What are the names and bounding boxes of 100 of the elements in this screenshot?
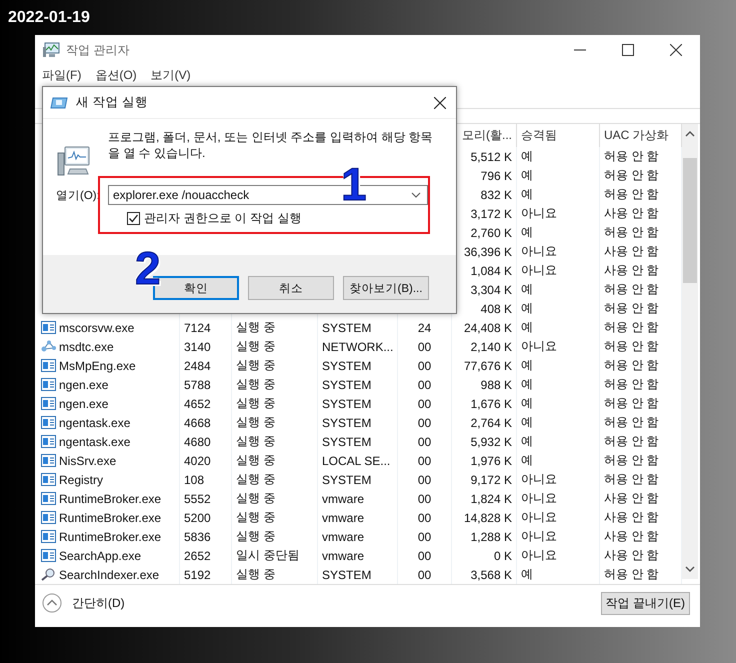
table-cell: 허용 안 함 — [604, 452, 659, 469]
table-cell: 832 K — [480, 188, 512, 202]
close-icon[interactable] — [434, 96, 446, 108]
date-label: 2022-01-19 — [8, 8, 91, 27]
table-cell: 00 — [418, 492, 432, 506]
table-cell: 4680 — [184, 434, 211, 448]
table-cell: 2484 — [184, 358, 211, 372]
table-cell: vmware — [322, 530, 364, 544]
dialog-button[interactable]: 찾아보기(B)... — [343, 276, 429, 300]
close-icon[interactable] — [670, 44, 682, 56]
window-title: 작업 관리자 — [66, 42, 130, 58]
table-cell: SYSTEM — [322, 396, 372, 410]
fewer-details-link[interactable]: 간단히(D) — [72, 594, 125, 612]
app-window-icon — [41, 397, 56, 410]
table-cell: 허용 안 함 — [604, 167, 659, 184]
app-window-icon — [41, 511, 56, 524]
table-cell: 아니요 — [521, 471, 557, 488]
table-cell: 5552 — [184, 492, 211, 506]
table-cell: vmware — [322, 510, 364, 524]
table-cell: 예 — [521, 186, 533, 203]
table-cell: 00 — [418, 530, 432, 544]
dialog-button[interactable]: 취소 — [248, 276, 334, 300]
table-cell: 00 — [418, 416, 432, 430]
app-window-icon — [41, 416, 56, 429]
table-cell: 2,764 K — [470, 416, 512, 430]
table-cell: 5836 — [184, 530, 211, 544]
end-task-button[interactable]: 작업 끝내기(E) — [600, 592, 690, 614]
table-cell: 아니요 — [521, 509, 557, 526]
table-cell: 허용 안 함 — [604, 433, 659, 450]
magnifier-icon — [41, 568, 56, 581]
table-cell: 1,824 K — [470, 492, 512, 506]
table-cell: vmware — [322, 548, 364, 562]
table-cell: 2,140 K — [470, 340, 512, 354]
table-cell: 실행 중 — [236, 452, 276, 469]
table-cell: 5,512 K — [470, 150, 512, 164]
table-cell: 사용 안 함 — [604, 547, 659, 564]
table-cell: 예 — [521, 167, 533, 184]
table-cell: 실행 중 — [236, 395, 276, 412]
run-icon — [50, 96, 68, 108]
table-cell: 실행 중 — [236, 414, 276, 431]
process-name: ngen.exe — [59, 396, 108, 410]
table-cell: SYSTEM — [322, 378, 372, 392]
table-cell: 77,676 K — [464, 358, 512, 372]
table-cell: 아니요 — [521, 528, 557, 545]
scrollbar[interactable] — [682, 124, 698, 579]
table-cell: 5,932 K — [470, 434, 512, 448]
app-window-icon — [41, 473, 56, 486]
table-cell: 허용 안 함 — [604, 376, 659, 393]
checkbox[interactable] — [127, 212, 140, 225]
menu-item[interactable]: 파일(F) — [42, 67, 82, 84]
process-name: mscorsvw.exe — [59, 320, 134, 334]
table-cell: 108 — [184, 472, 204, 486]
table-cell: 허용 안 함 — [604, 148, 659, 165]
scroll-up-icon[interactable] — [685, 130, 695, 138]
process-name: MsMpEng.exe — [59, 358, 136, 372]
table-cell: 아니요 — [521, 547, 557, 564]
table-cell: 2,760 K — [470, 226, 512, 240]
table-cell: 예 — [521, 319, 533, 336]
app-window-icon — [41, 359, 56, 372]
table-cell: 1,084 K — [470, 264, 512, 278]
process-name: NisSrv.exe — [59, 454, 116, 468]
table-cell: 00 — [418, 510, 432, 524]
table-cell: 4668 — [184, 416, 211, 430]
column-header[interactable]: UAC 가상화 — [604, 127, 669, 144]
column-header[interactable]: 승격됨 — [521, 127, 557, 144]
menu-item[interactable]: 옵션(O) — [95, 67, 137, 84]
table-cell: 사용 안 함 — [604, 490, 659, 507]
table-cell: 허용 안 함 — [604, 319, 659, 336]
table-cell: 4652 — [184, 396, 211, 410]
scrollbar-thumb[interactable] — [683, 158, 697, 283]
table-cell: 실행 중 — [236, 528, 276, 545]
table-cell: 예 — [521, 224, 533, 241]
process-name: msdtc.exe — [59, 340, 114, 354]
table-cell: 796 K — [480, 168, 512, 182]
app-window-icon — [41, 454, 56, 467]
app-window-icon — [41, 378, 56, 391]
scroll-down-icon[interactable] — [685, 565, 695, 573]
menu-item[interactable]: 보기(V) — [150, 67, 191, 84]
table-cell: 9,172 K — [470, 472, 512, 486]
column-header[interactable]: 모리(활... — [462, 127, 512, 144]
app-window-icon — [41, 435, 56, 448]
table-cell: 00 — [418, 378, 432, 392]
table-cell: 1,976 K — [470, 454, 512, 468]
process-name: Registry — [59, 472, 104, 486]
dropdown-caret-icon[interactable] — [411, 192, 421, 198]
table-cell: 00 — [418, 396, 432, 410]
maximize-icon[interactable] — [622, 44, 634, 56]
checkbox-label[interactable]: 관리자 권한으로 이 작업 실행 — [144, 210, 302, 227]
table-cell: 예 — [521, 376, 533, 393]
app-window-icon — [41, 492, 56, 505]
table-cell: 예 — [521, 395, 533, 412]
table-cell: 실행 중 — [236, 566, 276, 583]
process-name: ngentask.exe — [59, 416, 130, 430]
table-cell: 사용 안 함 — [604, 262, 659, 279]
app-window-icon — [41, 549, 56, 562]
table-cell: 예 — [521, 281, 533, 298]
collapse-up-icon[interactable] — [42, 593, 62, 613]
table-cell: SYSTEM — [322, 434, 372, 448]
table-cell: 0 K — [494, 548, 512, 562]
process-name: SearchApp.exe — [59, 548, 142, 562]
